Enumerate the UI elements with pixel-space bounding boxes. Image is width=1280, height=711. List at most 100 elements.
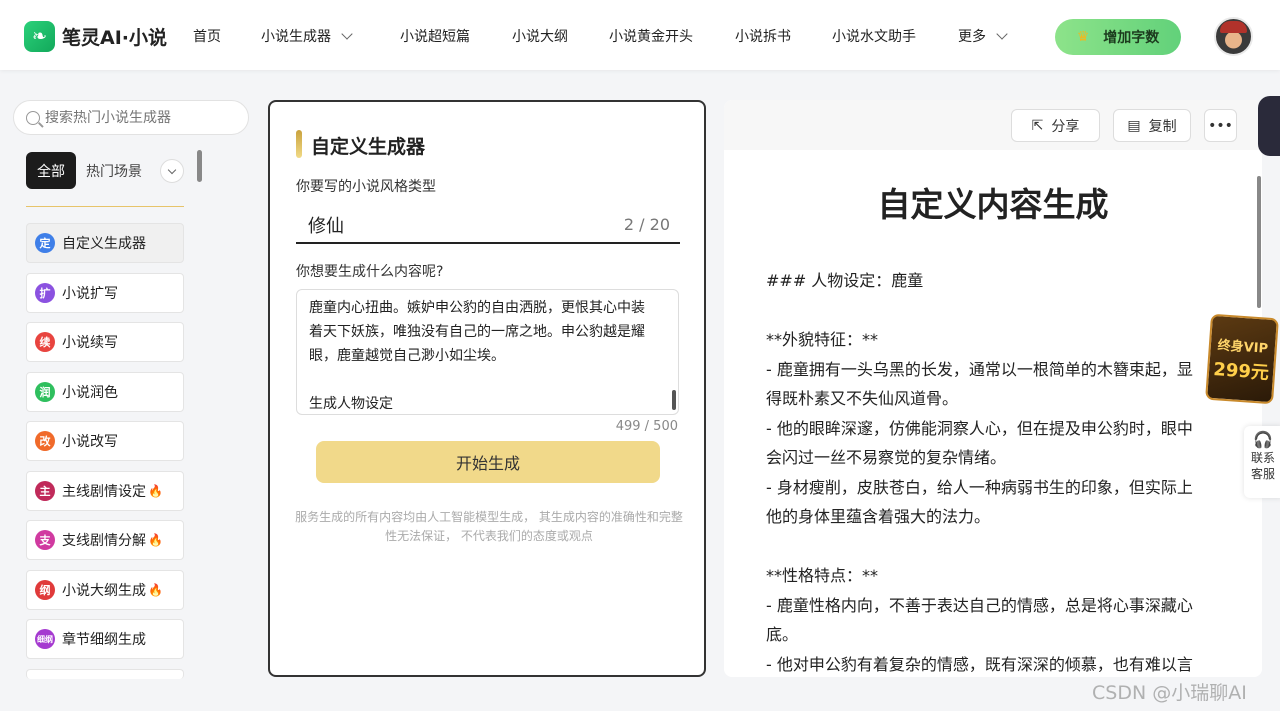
output-line: ### 人物设定：鹿童 bbox=[766, 271, 924, 290]
more-options-button[interactable]: ••• bbox=[1204, 109, 1237, 142]
contact-support-button[interactable]: 🎧 联系 客服 bbox=[1244, 426, 1280, 498]
fire-icon: 🔥 bbox=[148, 484, 163, 498]
content-label: 你想要生成什么内容呢? bbox=[296, 264, 444, 280]
fire-icon: 🔥 bbox=[148, 533, 163, 547]
sidebar-item-expand[interactable]: 扩 小说扩写 bbox=[26, 273, 184, 313]
avatar-hat-shape bbox=[1220, 21, 1247, 33]
output-line: - 鹿童拥有一头乌黑的长发，通常以一根简单的木簪束起，显 bbox=[766, 359, 1193, 379]
nav-more[interactable]: 更多 bbox=[958, 26, 1008, 46]
chevron-down-icon bbox=[341, 28, 353, 40]
nav-filler-assistant[interactable]: 小说水文助手 bbox=[832, 26, 916, 46]
share-button[interactable]: ⇱ 分享 bbox=[1011, 109, 1100, 142]
content-char-count: 499 / 500 bbox=[615, 419, 678, 434]
nav-label: 小说水文助手 bbox=[832, 29, 916, 45]
content-line: 眼，鹿童越觉自己渺小如尘埃。 bbox=[309, 348, 505, 364]
sidebar-item-sub-plot[interactable]: 支 支线剧情分解 🔥 bbox=[26, 520, 184, 560]
nav-book-breakdown[interactable]: 小说拆书 bbox=[735, 26, 791, 46]
expand-tabs-button[interactable] bbox=[160, 159, 184, 183]
custom-icon: 定 bbox=[35, 233, 55, 253]
output-line: 他的身体里蕴含着强大的法力。 bbox=[766, 507, 991, 526]
copy-button[interactable]: ▤ 复制 bbox=[1113, 109, 1191, 142]
add-words-label: 增加字数 bbox=[1103, 30, 1160, 46]
vip-title: 终身VIP bbox=[1217, 337, 1269, 357]
copy-icon: ▤ bbox=[1127, 117, 1141, 134]
copy-label: 复制 bbox=[1148, 118, 1177, 135]
nav-golden-opening[interactable]: 小说黄金开头 bbox=[609, 26, 693, 46]
contact-line2: 客服 bbox=[1250, 467, 1275, 481]
output-line: - 他的眼眸深邃，仿佛能洞察人心，但在提及申公豹时，眼中 bbox=[766, 418, 1193, 438]
sidebar-item-chapter-outline[interactable]: 细纲 章节细纲生成 bbox=[26, 619, 184, 659]
nav-label: 更多 bbox=[958, 29, 986, 45]
chevron-down-icon bbox=[996, 28, 1008, 40]
chevron-down-icon bbox=[167, 165, 177, 174]
content-line: 鹿童内心扭曲。嫉妒申公豹的自由洒脱，更恨其心中装 bbox=[309, 300, 645, 316]
tab-hot-scenes[interactable]: 热门场景 bbox=[86, 152, 142, 189]
sidebar-item-label: 小说大纲生成 bbox=[62, 583, 146, 599]
avatar[interactable] bbox=[1214, 17, 1253, 56]
sidebar-item-custom-generator[interactable]: 定 自定义生成器 bbox=[26, 223, 184, 263]
nav-label: 小说生成器 bbox=[261, 29, 331, 45]
generator-search[interactable] bbox=[13, 100, 249, 135]
nav-novel-generator[interactable]: 小说生成器 bbox=[261, 26, 353, 46]
nav-label: 小说超短篇 bbox=[400, 29, 470, 45]
nav-label: 首页 bbox=[193, 29, 221, 45]
sidebar-item-continue[interactable]: 续 小说续写 bbox=[26, 322, 184, 362]
search-icon bbox=[26, 110, 40, 125]
nav-outline[interactable]: 小说大纲 bbox=[512, 26, 568, 46]
tab-all[interactable]: 全部 bbox=[26, 152, 76, 189]
nav-label: 小说黄金开头 bbox=[609, 29, 693, 45]
sidebar-item-rewrite[interactable]: 改 小说改写 bbox=[26, 421, 184, 461]
logo-text: 笔灵AI·小说 bbox=[62, 27, 167, 49]
sidebar-item-main-plot[interactable]: 主 主线剧情设定 🔥 bbox=[26, 471, 184, 511]
share-icon: ⇱ bbox=[1031, 117, 1044, 134]
headset-icon: 🎧 bbox=[1253, 430, 1273, 449]
content-textarea[interactable]: 鹿童内心扭曲。嫉妒申公豹的自由洒脱，更恨其心中装 着天下妖族，唯独没有自己的一席… bbox=[296, 289, 679, 415]
style-input[interactable]: 修仙 2 / 20 bbox=[296, 204, 680, 244]
output-line: **性格特点：** bbox=[766, 566, 879, 585]
sidebar-item-label: 小说续写 bbox=[62, 335, 118, 351]
nav-label: 小说拆书 bbox=[735, 29, 791, 45]
nav-short-story[interactable]: 小说超短篇 bbox=[400, 26, 470, 46]
logo[interactable]: ❧ 笔灵AI·小说 bbox=[24, 21, 167, 52]
lifetime-vip-badge[interactable]: 终身VIP 299元 bbox=[1205, 313, 1279, 405]
form-title: 自定义生成器 bbox=[311, 136, 426, 158]
side-float-button[interactable] bbox=[1258, 96, 1280, 156]
textarea-scrollbar[interactable] bbox=[672, 390, 676, 410]
output-line: 底。 bbox=[766, 625, 799, 644]
top-header: ❧ 笔灵AI·小说 首页 小说生成器 小说超短篇 小说大纲 小说黄金开头 小说拆… bbox=[0, 0, 1280, 70]
output-panel: ⇱ 分享 ▤ 复制 ••• 自定义内容生成 ### 人物设定：鹿童 **外貌特征… bbox=[724, 100, 1262, 677]
start-generate-button[interactable]: 开始生成 bbox=[316, 441, 660, 483]
sidebar-item-partial[interactable] bbox=[26, 669, 184, 679]
nav-home[interactable]: 首页 bbox=[193, 26, 221, 46]
leaf-logo-icon: ❧ bbox=[24, 21, 55, 52]
content-line bbox=[309, 368, 666, 392]
nav-label: 小说大纲 bbox=[512, 29, 568, 45]
sidebar-item-outline[interactable]: 纲 小说大纲生成 🔥 bbox=[26, 570, 184, 610]
search-input[interactable] bbox=[45, 109, 235, 126]
main-plot-icon: 主 bbox=[35, 481, 55, 501]
sidebar-item-label: 章节细纲生成 bbox=[62, 632, 146, 648]
crown-icon: ♛ bbox=[1076, 29, 1090, 45]
share-label: 分享 bbox=[1051, 118, 1080, 135]
sidebar-item-label: 主线剧情设定 bbox=[62, 484, 146, 500]
output-scrollbar[interactable] bbox=[1257, 176, 1261, 308]
output-content: ### 人物设定：鹿童 **外貌特征：** - 鹿童拥有一头乌黑的长发，通常以一… bbox=[766, 266, 1216, 677]
chapter-outline-icon: 细纲 bbox=[35, 629, 55, 649]
style-char-count: 2 / 20 bbox=[623, 215, 670, 234]
expand-icon: 扩 bbox=[35, 283, 55, 303]
sidebar-item-label: 小说扩写 bbox=[62, 286, 118, 302]
output-toolbar: ⇱ 分享 ▤ 复制 ••• bbox=[724, 100, 1262, 150]
sidebar-item-label: 自定义生成器 bbox=[62, 236, 146, 252]
contact-line1: 联系 bbox=[1250, 451, 1275, 465]
output-line: - 身材瘦削，皮肤苍白，给人一种病弱书生的印象，但实际上 bbox=[766, 477, 1193, 497]
output-line: 得既朴素又不失仙风道骨。 bbox=[766, 389, 959, 408]
add-words-button[interactable]: ♛ 增加字数 bbox=[1055, 19, 1181, 55]
tabs-scrollbar[interactable] bbox=[197, 150, 202, 182]
fire-icon: 🔥 bbox=[148, 583, 163, 597]
sidebar-item-polish[interactable]: 润 小说润色 bbox=[26, 372, 184, 412]
watermark: CSDN @小瑞聊AI bbox=[1092, 682, 1247, 704]
output-line: **外貌特征：** bbox=[766, 330, 879, 349]
sidebar-item-label: 支线剧情分解 bbox=[62, 533, 146, 549]
